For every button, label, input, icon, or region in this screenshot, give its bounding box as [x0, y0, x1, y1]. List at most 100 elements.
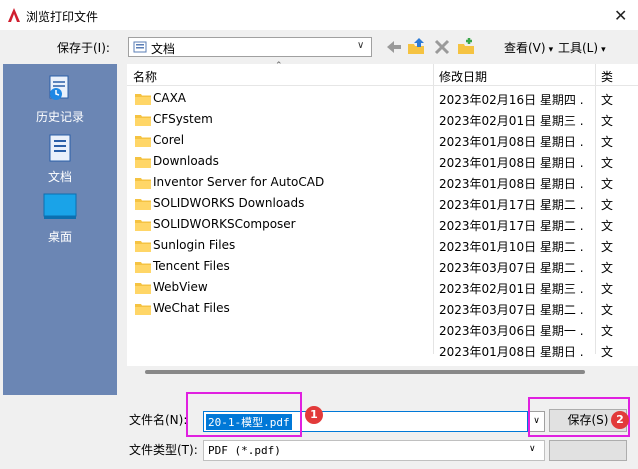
back-arrow-icon[interactable]	[383, 36, 405, 58]
place-history[interactable]	[3, 72, 117, 107]
highlight-box-filename	[186, 392, 302, 437]
file-name: CFSystem	[153, 112, 213, 126]
table-row[interactable]: WeChat Files 2023年03月07日 星期二 ... 文	[127, 298, 638, 319]
file-date: 2023年01月08日 星期日 ...	[439, 177, 584, 191]
file-date: 2023年02月01日 星期三 ...	[439, 114, 584, 128]
folder-icon	[135, 199, 151, 210]
file-name: Inventor Server for AutoCAD	[153, 175, 325, 189]
file-name: SOLIDWORKSComposer	[153, 217, 296, 231]
file-type: 文	[601, 135, 614, 149]
table-row[interactable]: Inventor Server for AutoCAD 2023年01月08日 星…	[127, 172, 638, 193]
places-sidebar: 历史记录 文档 桌面	[3, 64, 117, 395]
file-type: 文	[601, 240, 614, 254]
file-date: 2023年01月08日 星期日 ...	[439, 135, 584, 149]
documents-folder-icon	[133, 41, 147, 53]
save-in-dropdown[interactable]: 文档 ∨	[128, 37, 372, 57]
place-documents[interactable]	[3, 132, 117, 167]
view-menu[interactable]: 查看(V) ▾	[504, 39, 553, 56]
file-name: WeChat Files	[153, 301, 230, 315]
table-row[interactable]: SOLIDWORKS Downloads 2023年01月17日 星期二 ... 文	[127, 193, 638, 214]
table-row[interactable]: SOLIDWORKSComposer 2023年01月17日 星期二 ... 文	[127, 214, 638, 235]
file-list[interactable]: 名称 ⌃ 修改日期 类 CAXA 2023年02月16日 星期四 ... 文 CFSy…	[127, 61, 638, 378]
table-row[interactable]: CAXA 2023年02月16日 星期四 ... 文	[127, 88, 638, 109]
desktop-icon	[43, 193, 77, 219]
close-icon[interactable]: ✕	[614, 6, 627, 25]
file-date: 2023年01月17日 星期二 ...	[439, 198, 584, 212]
table-row[interactable]: WebView 2023年02月01日 星期三 ... 文	[127, 277, 638, 298]
view-menu-arrow-icon: ▾	[548, 45, 554, 55]
file-date: 2023年01月10日 星期二 ...	[439, 240, 584, 254]
folder-icon	[135, 157, 151, 168]
file-date: 2023年01月08日 星期日 ...	[439, 156, 584, 170]
folder-icon	[135, 94, 151, 105]
window-title: 浏览打印文件	[26, 10, 99, 24]
file-date: 2023年03月06日 星期一 ...	[439, 324, 584, 338]
table-row[interactable]: Corel 2023年01月08日 星期日 ... 文	[127, 130, 638, 151]
file-type: 文	[601, 177, 614, 191]
table-row[interactable]: Tencent Files 2023年03月07日 星期二 ... 文	[127, 256, 638, 277]
column-header-type[interactable]: 类	[601, 68, 613, 85]
file-type: 文	[601, 261, 614, 275]
chevron-down-icon: ∨	[357, 40, 365, 51]
column-header-date[interactable]: 修改日期	[439, 68, 487, 85]
file-date: 2023年01月08日 星期日 ...	[439, 345, 584, 359]
table-row[interactable]: CFSystem 2023年02月01日 星期三 ... 文	[127, 109, 638, 130]
file-type: 文	[601, 198, 614, 212]
file-name: Downloads	[153, 154, 219, 168]
table-row[interactable]: Downloads 2023年01月08日 星期日 ... 文	[127, 151, 638, 172]
filetype-value: PDF (*.pdf)	[208, 444, 281, 457]
cancel-button[interactable]	[549, 440, 627, 461]
file-name: SOLIDWORKS Downloads	[153, 196, 305, 210]
file-name: Corel	[153, 133, 185, 147]
chevron-down-icon: ∨	[529, 444, 536, 454]
filetype-label: 文件类型(T):	[129, 443, 198, 457]
folder-icon	[135, 304, 151, 315]
file-name: CAXA	[153, 91, 187, 105]
place-history-label: 历史记录	[35, 110, 84, 124]
view-menu-label: 查看(V)	[504, 41, 546, 55]
header-divider	[127, 85, 638, 86]
file-type: 文	[601, 324, 614, 338]
step-badge-2: 2	[611, 411, 629, 429]
folder-icon	[135, 178, 151, 189]
save-in-label: 保存于(I):	[57, 41, 110, 55]
file-date: 2023年02月16日 星期四 ...	[439, 93, 584, 107]
file-name: Tencent Files	[153, 259, 230, 273]
table-row[interactable]: 2023年01月08日 星期日 ... 文	[127, 340, 638, 361]
file-type: 文	[601, 219, 614, 233]
file-name: Sunlogin Files	[153, 238, 236, 252]
filetype-dropdown[interactable]: PDF (*.pdf) ∨	[203, 440, 545, 461]
tools-menu-label: 工具(L)	[558, 41, 599, 55]
filename-label: 文件名(N):	[129, 413, 188, 427]
file-type: 文	[601, 156, 614, 170]
table-row[interactable]: Sunlogin Files 2023年01月10日 星期二 ... 文	[127, 235, 638, 256]
autocad-app-icon	[8, 8, 20, 22]
horizontal-scrollbar[interactable]	[127, 366, 638, 378]
file-type: 文	[601, 345, 614, 359]
place-desktop[interactable]	[3, 192, 117, 225]
file-type: 文	[601, 282, 614, 296]
file-type: 文	[601, 303, 614, 317]
scrollbar-thumb[interactable]	[145, 370, 585, 374]
up-folder-icon[interactable]	[405, 36, 427, 58]
sort-ascending-icon: ⌃	[275, 61, 283, 71]
place-documents-label: 文档	[47, 170, 72, 184]
folder-icon	[135, 262, 151, 273]
table-row[interactable]: 2023年03月06日 星期一 ... 文	[127, 319, 638, 340]
file-type: 文	[601, 114, 614, 128]
place-desktop-label: 桌面	[47, 230, 72, 244]
file-date: 2023年03月07日 星期二 ...	[439, 261, 584, 275]
new-folder-icon[interactable]	[455, 36, 477, 58]
folder-icon	[135, 283, 151, 294]
history-icon	[49, 75, 69, 100]
file-date: 2023年03月07日 星期二 ...	[439, 303, 584, 317]
step-badge-1: 1	[305, 406, 323, 424]
delete-icon[interactable]	[431, 36, 453, 58]
tools-menu[interactable]: 工具(L) ▾	[558, 39, 606, 56]
folder-icon	[135, 241, 151, 252]
file-date: 2023年01月17日 星期二 ...	[439, 219, 584, 233]
column-header-name[interactable]: 名称	[133, 68, 157, 85]
documents-icon	[49, 134, 71, 162]
file-date: 2023年02月01日 星期三 ...	[439, 282, 584, 296]
save-in-value: 文档	[151, 42, 176, 56]
